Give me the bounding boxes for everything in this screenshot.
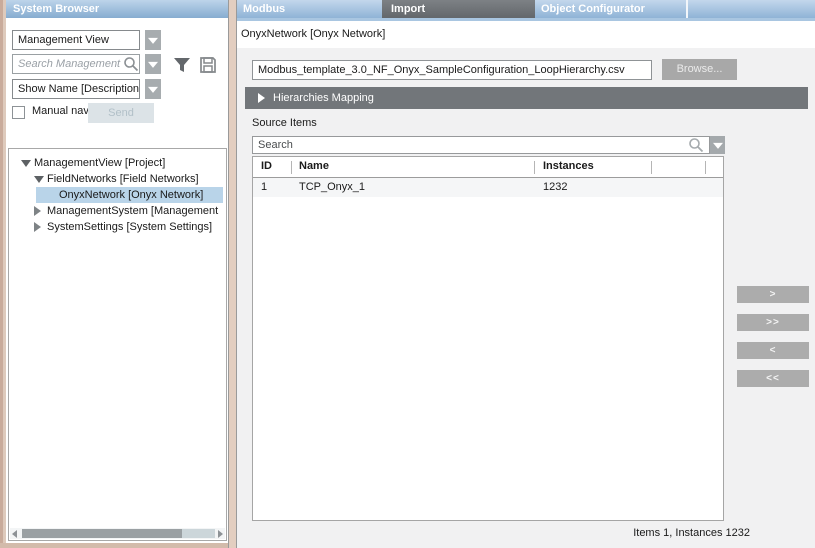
scroll-right-icon[interactable]	[218, 530, 223, 538]
browse-button[interactable]: Browse...	[662, 59, 737, 80]
remove-all-button[interactable]: <<	[737, 370, 809, 387]
tree-item-managementview[interactable]: ManagementView [Project]	[9, 155, 224, 171]
tree-item-onyxnetwork-selected[interactable]: OnyxNetwork [Onyx Network]	[9, 187, 224, 203]
view-selector[interactable]: Management View	[12, 30, 140, 50]
chevron-down-icon	[713, 143, 723, 149]
tab-import[interactable]: Import	[382, 0, 535, 18]
remove-button[interactable]: <	[737, 342, 809, 359]
search-dropdown-button[interactable]	[145, 54, 161, 74]
column-header-id[interactable]: ID	[261, 160, 272, 172]
scrollbar-thumb[interactable]	[22, 529, 182, 538]
tree-item-systemsettings[interactable]: SystemSettings [System Settings]	[9, 219, 224, 235]
source-search-dropdown-button[interactable]	[710, 136, 725, 154]
breadcrumb-strip: OnyxNetwork [Onyx Network]	[237, 21, 815, 48]
source-items-search-input[interactable]	[252, 136, 710, 154]
chevron-down-icon	[148, 38, 158, 44]
window-border-bottom	[0, 543, 237, 548]
tab-object-configurator[interactable]: Object Configurator	[535, 0, 686, 18]
search-icon	[688, 137, 704, 153]
source-items-table: ID Name Instances 1 TCP_Onyx_1 1232	[252, 156, 724, 521]
tree-item-label: OnyxNetwork [Onyx Network]	[59, 187, 203, 203]
tree-item-fieldnetworks[interactable]: FieldNetworks [Field Networks]	[9, 171, 224, 187]
view-selector-dropdown-button[interactable]	[145, 30, 161, 50]
items-status-text: Items 1, Instances 1232	[480, 527, 750, 539]
column-divider[interactable]	[291, 161, 292, 174]
collapse-icon[interactable]	[258, 93, 265, 103]
hierarchies-mapping-section[interactable]: Hierarchies Mapping	[245, 87, 808, 109]
filter-icon[interactable]	[172, 55, 192, 75]
source-items-label: Source Items	[252, 117, 317, 129]
hierarchies-mapping-label: Hierarchies Mapping	[273, 87, 374, 109]
tab-divider	[686, 0, 688, 18]
tree-item-label: ManagementSystem [Management	[47, 203, 218, 219]
tree-item-managementsystem[interactable]: ManagementSystem [Management	[9, 203, 224, 219]
display-mode-dropdown-button[interactable]	[145, 79, 161, 99]
window-border-left-inner	[3, 0, 6, 548]
column-divider[interactable]	[534, 161, 535, 174]
horizontal-scrollbar[interactable]	[10, 528, 225, 539]
cell-instances: 1232	[543, 178, 567, 197]
manual-navigation-label: Manual nav	[32, 105, 88, 120]
search-input[interactable]	[12, 54, 140, 74]
system-browser-title: System Browser	[6, 0, 228, 18]
manual-navigation-checkbox[interactable]	[12, 106, 25, 119]
application-window: System Browser Management View Show Name…	[0, 0, 815, 548]
chevron-down-icon	[148, 87, 158, 93]
table-header: ID Name Instances	[253, 157, 723, 178]
column-divider[interactable]	[705, 161, 706, 174]
collapse-icon[interactable]	[34, 222, 41, 232]
search-icon	[123, 56, 139, 72]
tree-item-label: ManagementView [Project]	[34, 155, 165, 171]
selected-node-title: OnyxNetwork [Onyx Network]	[241, 28, 385, 40]
add-button[interactable]: >	[737, 286, 809, 303]
expand-icon[interactable]	[34, 176, 44, 183]
chevron-down-icon	[148, 62, 158, 68]
system-browser-panel: System Browser Management View Show Name…	[6, 0, 228, 543]
panel-splitter[interactable]	[228, 0, 237, 548]
save-icon[interactable]	[198, 55, 218, 75]
scroll-left-icon[interactable]	[12, 530, 17, 538]
import-file-path-field[interactable]: Modbus_template_3.0_NF_Onyx_SampleConfig…	[252, 60, 652, 80]
column-divider[interactable]	[651, 161, 652, 174]
scrollbar-track[interactable]	[182, 529, 215, 538]
tab-modbus[interactable]: Modbus	[237, 0, 382, 18]
collapse-icon[interactable]	[34, 206, 41, 216]
cell-name: TCP_Onyx_1	[299, 178, 365, 197]
add-all-button[interactable]: >>	[737, 314, 809, 331]
column-header-name[interactable]: Name	[299, 160, 329, 172]
display-mode-selector[interactable]: Show Name [Description]	[12, 79, 140, 99]
table-row[interactable]: 1 TCP_Onyx_1 1232	[253, 178, 723, 197]
column-header-instances[interactable]: Instances	[543, 160, 594, 172]
cell-id: 1	[261, 178, 267, 197]
expand-icon[interactable]	[21, 160, 31, 167]
tree-item-label: SystemSettings [System Settings]	[47, 219, 212, 235]
system-browser-tree: ManagementView [Project] FieldNetworks […	[8, 148, 227, 541]
tree-item-label: FieldNetworks [Field Networks]	[47, 171, 199, 187]
send-button[interactable]: Send	[88, 103, 154, 123]
